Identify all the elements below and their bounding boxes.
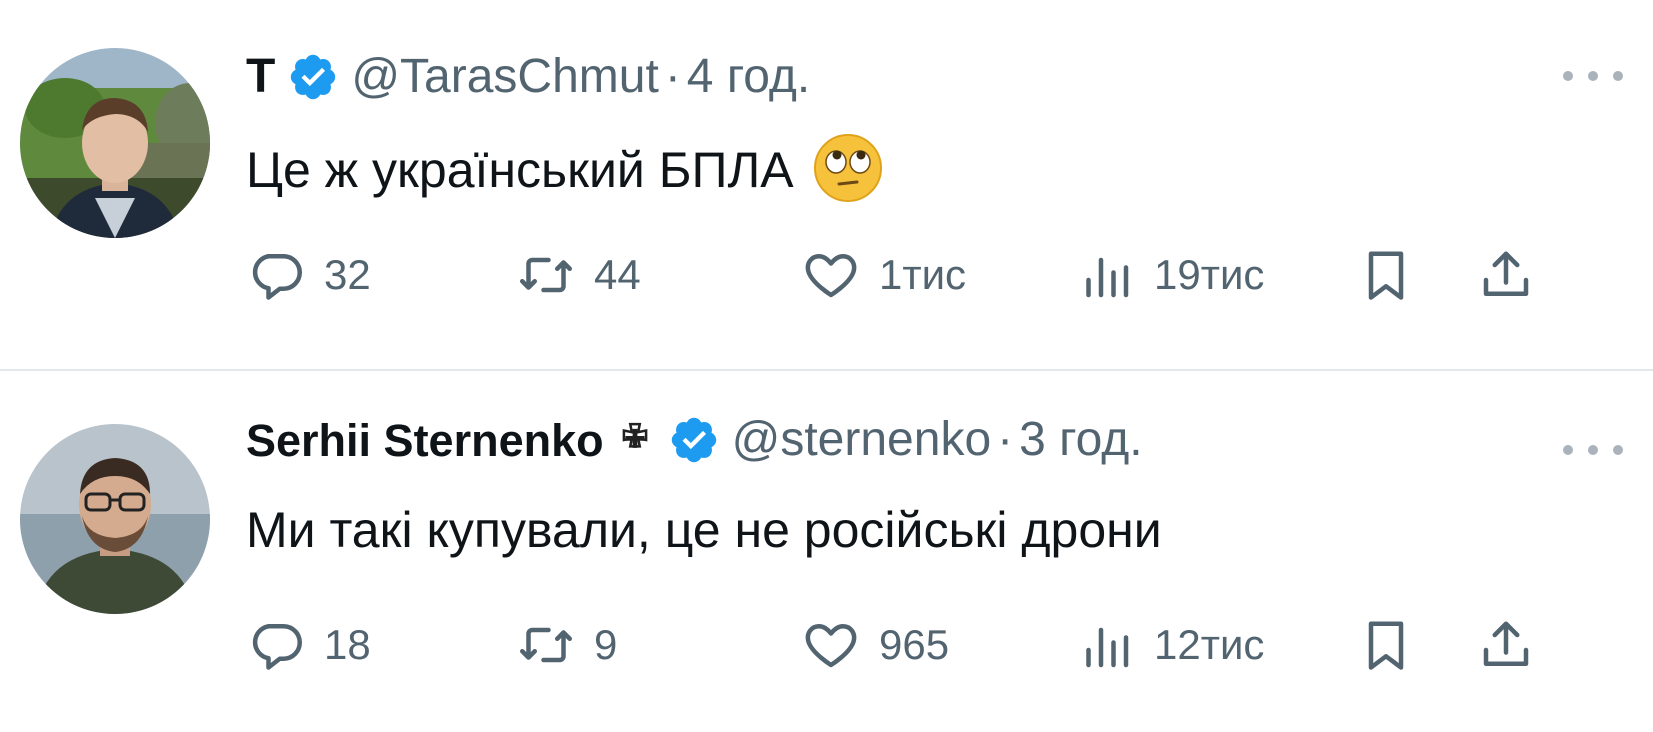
tweet-text-content: Ми такі купували, це не російські дрони (246, 502, 1162, 558)
verified-badge-icon (671, 417, 716, 463)
like-button[interactable]: 965 (801, 610, 949, 680)
reply-count: 18 (324, 621, 371, 668)
avatar-photo (20, 424, 210, 614)
author-handle[interactable]: @TarasChmut (351, 53, 658, 101)
like-button[interactable]: 1тис (801, 240, 966, 310)
tweet-actions: 18 9 965 12тис (246, 610, 1626, 680)
views-button[interactable]: 12тис (1076, 610, 1264, 680)
avatar[interactable] (20, 424, 210, 614)
retweet-icon (520, 257, 572, 293)
tweet-text-content: Це ж український БПЛА (246, 142, 794, 199)
reply-button[interactable]: 18 (246, 610, 371, 680)
timestamp[interactable]: 4 год. (687, 53, 810, 101)
views-icon (1086, 257, 1129, 298)
verified-badge-icon (291, 54, 336, 100)
more-options-icon[interactable] (1563, 440, 1623, 460)
tweet-actions: 32 44 1тис 19тис (246, 240, 1626, 310)
like-count: 965 (879, 621, 950, 668)
retweet-count: 44 (594, 251, 641, 298)
views-icon (1086, 627, 1129, 668)
more-options-icon[interactable] (1563, 66, 1623, 86)
heart-icon (805, 254, 857, 298)
reply-icon (252, 624, 302, 670)
timestamp[interactable]: 3 год. (1019, 416, 1142, 464)
tweet-divider (0, 369, 1653, 371)
retweet-icon (520, 627, 572, 663)
share-button[interactable] (1476, 240, 1536, 310)
retweet-count: 9 (594, 621, 618, 668)
author-handle[interactable]: @sternenko (732, 416, 992, 464)
tweet-header: T @TarasChmut · 4 год. (246, 42, 810, 112)
tweet-text: Це ж український БПЛА (246, 134, 884, 210)
tweet-feed: T @TarasChmut · 4 год. Це ж український … (0, 0, 1653, 732)
bookmark-button[interactable] (1356, 610, 1416, 680)
views-button[interactable]: 19тис (1076, 240, 1264, 310)
tweet[interactable]: Serhii Sternenko @sternenko · 3 год. Ми … (0, 372, 1653, 732)
tweet[interactable]: T @TarasChmut · 4 год. Це ж український … (0, 0, 1653, 370)
share-icon (1483, 621, 1529, 666)
views-count: 19тис (1154, 251, 1265, 298)
separator-dot: · (997, 413, 1014, 466)
share-button[interactable] (1476, 610, 1536, 680)
separator-dot: · (664, 50, 681, 103)
views-count: 12тис (1154, 621, 1265, 668)
bookmark-button[interactable] (1356, 240, 1416, 310)
heart-icon (805, 624, 857, 668)
author-name[interactable]: T (246, 53, 275, 101)
avatar-photo (20, 48, 210, 238)
bookmark-icon (1368, 251, 1404, 300)
retweet-button[interactable]: 9 (516, 610, 617, 680)
bookmark-icon (1368, 621, 1404, 670)
tweet-header: Serhii Sternenko @sternenko · 3 год. (246, 405, 1143, 475)
share-icon (1483, 251, 1529, 296)
reply-count: 32 (324, 251, 371, 298)
retweet-button[interactable]: 44 (516, 240, 641, 310)
author-name[interactable]: Serhii Sternenko (246, 418, 604, 463)
like-count: 1тис (879, 251, 967, 298)
rolling-eyes-emoji-icon (813, 134, 882, 202)
cross-badge-icon (622, 422, 647, 448)
avatar[interactable] (20, 48, 210, 238)
reply-icon (252, 254, 302, 300)
reply-button[interactable]: 32 (246, 240, 371, 310)
tweet-text: Ми такі купували, це не російські дрони (246, 505, 1162, 555)
